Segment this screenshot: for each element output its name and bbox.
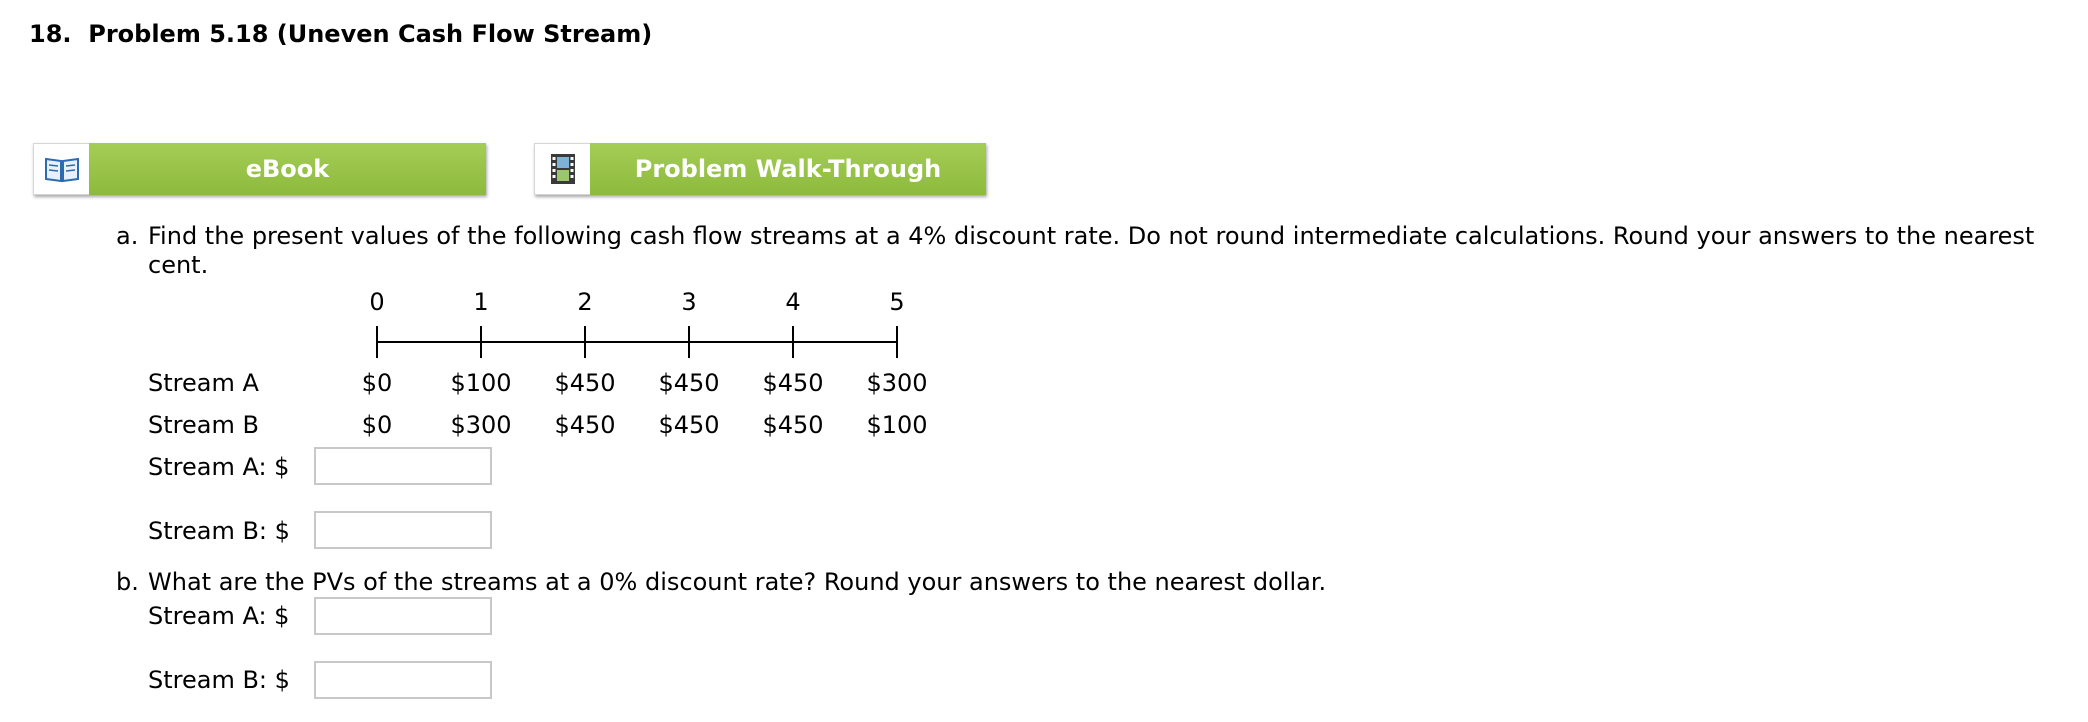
part-b-stream-b-answer-label: Stream B: $ (148, 666, 290, 694)
period-label: 1 (473, 288, 489, 316)
stream-b-value: $450 (762, 411, 824, 439)
stream-a-label: Stream A (148, 369, 259, 397)
period-label: 0 (369, 288, 385, 316)
stream-a-value: $300 (866, 369, 928, 397)
part-a-text: Find the present values of the following… (148, 222, 2035, 279)
walkthrough-label: Problem Walk-Through (590, 143, 986, 195)
stream-a-value: $450 (554, 369, 616, 397)
part-a-stream-b-input[interactable] (314, 511, 492, 549)
ebook-label: eBook (89, 143, 486, 195)
stream-a-value: $0 (361, 369, 393, 397)
part-b-stream-a-input[interactable] (314, 597, 492, 635)
ebook-button[interactable]: eBook (33, 143, 486, 195)
stream-a-value: $450 (762, 369, 824, 397)
period-label: 2 (577, 288, 593, 316)
part-a-stream-b-answer-label: Stream B: $ (148, 517, 290, 545)
stream-b-value: $0 (361, 411, 393, 439)
film-icon (534, 143, 590, 195)
stream-a-value: $450 (658, 369, 720, 397)
stream-b-value: $300 (450, 411, 512, 439)
stream-b-value: $450 (658, 411, 720, 439)
period-label: 3 (681, 288, 697, 316)
stream-a-value: $100 (450, 369, 512, 397)
part-a-marker: a. (116, 222, 139, 250)
book-icon (33, 143, 89, 195)
stream-b-value: $100 (866, 411, 928, 439)
stream-b-label: Stream B (148, 411, 259, 439)
timeline-axis (376, 326, 898, 358)
problem-title: 18. Problem 5.18 (Uneven Cash Flow Strea… (29, 20, 652, 48)
problem-walkthrough-button[interactable]: Problem Walk-Through (534, 143, 986, 195)
part-b-text: What are the PVs of the streams at a 0% … (148, 568, 1327, 596)
part-a-stream-a-input[interactable] (314, 447, 492, 485)
period-label: 5 (889, 288, 905, 316)
part-a-stream-a-answer-label: Stream A: $ (148, 453, 290, 481)
period-label: 4 (785, 288, 801, 316)
problem-title-text: Problem 5.18 (Uneven Cash Flow Stream) (88, 20, 653, 48)
problem-number: 18. (29, 20, 72, 48)
part-b-stream-b-input[interactable] (314, 661, 492, 699)
part-b-marker: b. (116, 568, 139, 596)
stream-b-value: $450 (554, 411, 616, 439)
part-b-stream-a-answer-label: Stream A: $ (148, 602, 290, 630)
